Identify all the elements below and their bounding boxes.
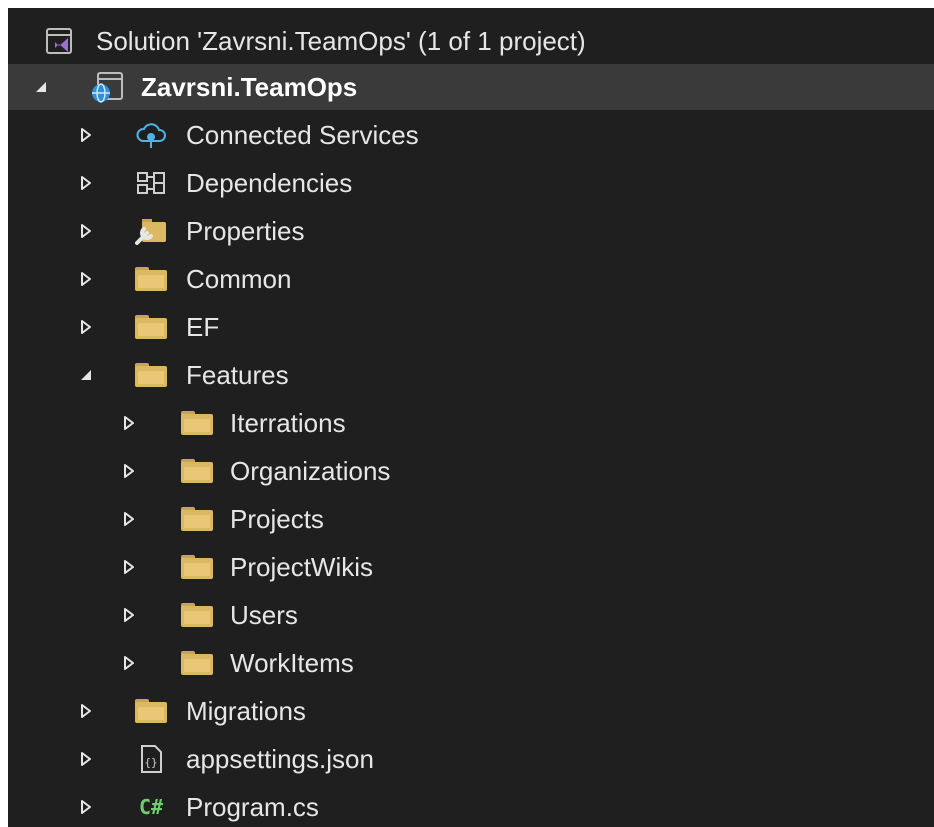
expanded-arrow-icon[interactable] [28, 64, 54, 110]
tree-item-label: ProjectWikis [230, 552, 374, 582]
folder-icon [180, 455, 214, 487]
collapsed-arrow-icon[interactable] [116, 640, 142, 686]
folder-icon [180, 407, 214, 439]
tree-item-label: Features [186, 360, 289, 390]
collapsed-arrow-icon[interactable] [73, 160, 99, 206]
collapsed-arrow-icon[interactable] [116, 448, 142, 494]
expanded-arrow-icon[interactable] [73, 352, 99, 398]
collapsed-arrow-icon[interactable] [73, 112, 99, 158]
tree-row-appsettings[interactable]: {} appsettings.json [8, 736, 934, 782]
tree-row-projectwikis[interactable]: ProjectWikis [8, 544, 934, 590]
tree-row-features[interactable]: Features [8, 352, 934, 398]
tree-item-label: Connected Services [186, 120, 419, 150]
folder-icon [134, 263, 168, 295]
tree-item-label: Common [186, 264, 292, 294]
tree-item-label: Dependencies [186, 168, 353, 198]
tree-row-solution[interactable]: Solution 'Zavrsni.TeamOps' (1 of 1 proje… [8, 18, 934, 64]
folder-icon [180, 599, 214, 631]
collapsed-arrow-icon[interactable] [116, 496, 142, 542]
tree-row-migrations[interactable]: Migrations [8, 688, 934, 734]
folder-icon [180, 503, 214, 535]
connected-services-icon [134, 119, 168, 151]
tree-row-ef[interactable]: EF [8, 304, 934, 350]
dependencies-icon [134, 167, 168, 199]
tree-row-organizations[interactable]: Organizations [8, 448, 934, 494]
collapsed-arrow-icon[interactable] [73, 736, 99, 782]
collapsed-arrow-icon[interactable] [116, 592, 142, 638]
tree-row-properties[interactable]: Properties [8, 208, 934, 254]
tree-row-users[interactable]: Users [8, 592, 934, 638]
svg-text:{}: {} [144, 756, 157, 769]
tree-row-connected-services[interactable]: Connected Services [8, 112, 934, 158]
project-label: Zavrsni.TeamOps [141, 72, 358, 102]
properties-icon [134, 215, 168, 247]
solution-icon [42, 25, 76, 57]
tree-row-common[interactable]: Common [8, 256, 934, 302]
tree-item-label: appsettings.json [186, 744, 374, 774]
tree-row-projects[interactable]: Projects [8, 496, 934, 542]
tree-item-label: Organizations [230, 456, 391, 486]
folder-icon [134, 359, 168, 391]
tree-item-label: Properties [186, 216, 305, 246]
tree-item-label: Projects [230, 504, 324, 534]
collapsed-arrow-icon[interactable] [73, 688, 99, 734]
tree-item-label: Program.cs [186, 792, 319, 822]
collapsed-arrow-icon[interactable] [116, 400, 142, 446]
solution-label: Solution 'Zavrsni.TeamOps' (1 of 1 proje… [96, 26, 586, 56]
collapsed-arrow-icon[interactable] [116, 544, 142, 590]
collapsed-arrow-icon[interactable] [73, 304, 99, 350]
tree-row-workitems[interactable]: WorkItems [8, 640, 934, 686]
folder-icon [134, 695, 168, 727]
tree-row-program[interactable]: C# Program.cs [8, 784, 934, 827]
folder-icon [134, 311, 168, 343]
folder-icon [180, 647, 214, 679]
tree-row-dependencies[interactable]: Dependencies [8, 160, 934, 206]
solution-explorer-tree: Solution 'Zavrsni.TeamOps' (1 of 1 proje… [8, 8, 934, 827]
tree-item-label: Iterrations [230, 408, 346, 438]
collapsed-arrow-icon[interactable] [73, 256, 99, 302]
tree-row-project[interactable]: Zavrsni.TeamOps [8, 64, 934, 110]
tree-item-label: EF [186, 312, 220, 342]
collapsed-arrow-icon[interactable] [73, 784, 99, 827]
tree-row-iterrations[interactable]: Iterrations [8, 400, 934, 446]
json-file-icon: {} [134, 743, 168, 775]
csharp-file-icon: C# [138, 795, 164, 819]
tree-item-label: Users [230, 600, 298, 630]
collapsed-arrow-icon[interactable] [73, 208, 99, 254]
web-project-icon [90, 71, 124, 103]
folder-icon [180, 551, 214, 583]
tree-item-label: Migrations [186, 696, 306, 726]
tree-item-label: WorkItems [230, 648, 354, 678]
